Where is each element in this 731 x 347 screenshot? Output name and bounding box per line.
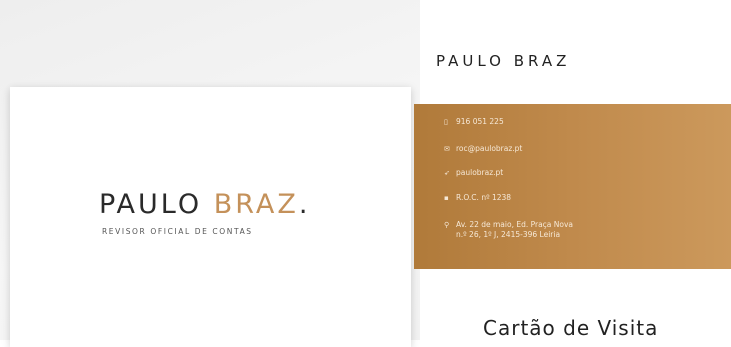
logo-main-text: PAULO <box>99 189 214 220</box>
business-card-front: PAULO BRAZ. REVISOR OFICIAL DE CONTAS <box>10 87 411 347</box>
contact-roc: ▪ R.O.C. nº 1238 <box>444 193 511 203</box>
phone-icon: ▯ <box>444 118 448 126</box>
contact-address: ⚲ Av. 22 de maio, Ed. Praça Nova n.º 26, 1… <box>444 220 573 240</box>
website-icon: ➶ <box>444 169 450 177</box>
logo-accent-text: BRAZ <box>213 189 299 220</box>
contact-email-text: roc@paulobraz.pt <box>456 144 523 153</box>
contact-phone: ▯ 916 051 225 <box>444 117 504 127</box>
tagline: REVISOR OFICIAL DE CONTAS <box>102 227 253 236</box>
location-icon: ⚲ <box>444 221 450 229</box>
logo-dot: . <box>298 189 311 220</box>
roc-icon: ▪ <box>444 194 449 202</box>
contact-website: ➶ paulobraz.pt <box>444 168 503 178</box>
contact-roc-text: R.O.C. nº 1238 <box>456 193 512 202</box>
back-card-name: PAULO BRAZ <box>436 52 571 70</box>
contact-address-line1: Av. 22 de maio, Ed. Praça Nova <box>456 220 574 229</box>
contact-phone-text: 916 051 225 <box>456 117 504 126</box>
caption-title: Cartão de Visita <box>483 316 659 340</box>
contact-address-line2: n.º 26, 1º J, 2415-396 Leiria <box>456 230 561 239</box>
business-card-back-band <box>414 104 731 269</box>
contact-website-text: paulobraz.pt <box>456 168 504 177</box>
contact-email: ✉ roc@paulobraz.pt <box>444 144 522 154</box>
email-icon: ✉ <box>444 145 450 153</box>
logo: PAULO BRAZ. <box>99 191 310 218</box>
